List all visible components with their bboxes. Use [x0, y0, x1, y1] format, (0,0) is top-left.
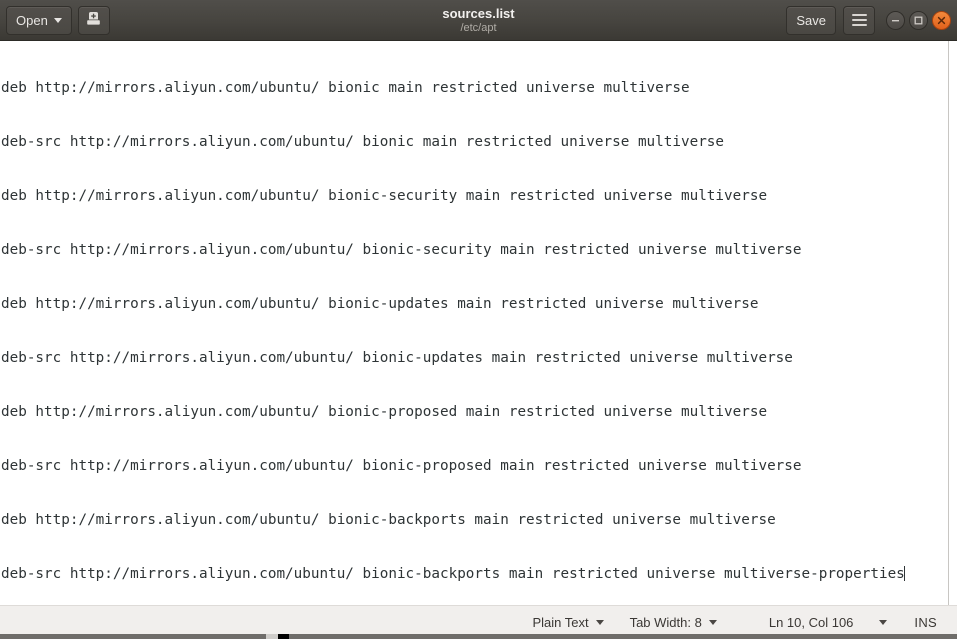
chevron-down-icon: [53, 17, 62, 23]
cursor-position-indicator: Ln 10, Col 106: [756, 610, 867, 636]
minimize-icon: [891, 16, 900, 25]
cursor-position-dropdown[interactable]: [866, 610, 900, 636]
editor-line: deb http://mirrors.aliyun.com/ubuntu/ bi…: [1, 404, 768, 420]
cursor-position-label: Ln 10, Col 106: [768, 614, 854, 630]
editor-line: deb http://mirrors.aliyun.com/ubuntu/ bi…: [1, 188, 768, 204]
new-document-button[interactable]: [77, 5, 110, 35]
titlebar-left-controls: Open: [6, 5, 110, 35]
editor-line: deb http://mirrors.aliyun.com/ubuntu/ bi…: [1, 296, 759, 312]
titlebar: Open sources.list /etc/apt Save: [0, 0, 957, 41]
maximize-icon: [914, 16, 923, 25]
desktop-strip-marker: [278, 634, 289, 639]
insert-mode-label: INS: [914, 614, 937, 630]
open-button[interactable]: Open: [6, 5, 72, 35]
save-button-label: Save: [796, 12, 826, 28]
minimize-button[interactable]: [886, 10, 905, 30]
chevron-down-icon: [879, 620, 888, 625]
close-icon: [937, 16, 946, 25]
tab-width-label: Tab Width: 8: [629, 614, 702, 630]
editor-line: deb-src http://mirrors.aliyun.com/ubuntu…: [1, 458, 802, 474]
maximize-button[interactable]: [909, 10, 928, 30]
editor-line: deb-src http://mirrors.aliyun.com/ubuntu…: [1, 134, 725, 150]
editor-line: deb-src http://mirrors.aliyun.com/ubuntu…: [1, 242, 802, 258]
desktop-bottom-strip: [0, 634, 957, 639]
tab-width-selector[interactable]: Tab Width: 8: [617, 610, 730, 636]
desktop-strip-highlight: [266, 634, 278, 639]
editor-line-active: deb-src http://mirrors.aliyun.com/ubuntu…: [1, 565, 948, 583]
chevron-down-icon: [595, 620, 604, 625]
file-path-subtitle: /etc/apt: [460, 21, 497, 34]
new-document-icon: [85, 10, 102, 30]
main-menu-button[interactable]: [843, 5, 875, 35]
window-controls: [886, 10, 951, 30]
editor-line: deb http://mirrors.aliyun.com/ubuntu/ bi…: [1, 80, 690, 96]
text-cursor: [903, 566, 905, 581]
text-editor-window: Open sources.list /etc/apt Save deb http…: [0, 0, 957, 639]
page-title: sources.list: [442, 5, 515, 21]
editor-line: deb http://mirrors.aliyun.com/ubuntu/ bi…: [1, 512, 776, 528]
save-button[interactable]: Save: [786, 5, 836, 35]
document-lines: deb http://mirrors.aliyun.com/ubuntu/ bi…: [0, 41, 948, 605]
close-button[interactable]: [932, 10, 951, 30]
language-selector[interactable]: Plain Text: [519, 610, 616, 636]
titlebar-right-controls: Save: [786, 5, 951, 35]
editor-line-text: deb-src http://mirrors.aliyun.com/ubuntu…: [1, 566, 905, 582]
editor-line: deb-src http://mirrors.aliyun.com/ubuntu…: [1, 350, 793, 366]
text-editor-area[interactable]: deb http://mirrors.aliyun.com/ubuntu/ bi…: [0, 41, 949, 605]
hamburger-menu-icon: [851, 14, 867, 26]
language-label: Plain Text: [532, 614, 589, 630]
open-button-label: Open: [16, 12, 48, 28]
insert-mode-indicator[interactable]: INS: [900, 610, 949, 636]
chevron-down-icon: [708, 620, 717, 625]
